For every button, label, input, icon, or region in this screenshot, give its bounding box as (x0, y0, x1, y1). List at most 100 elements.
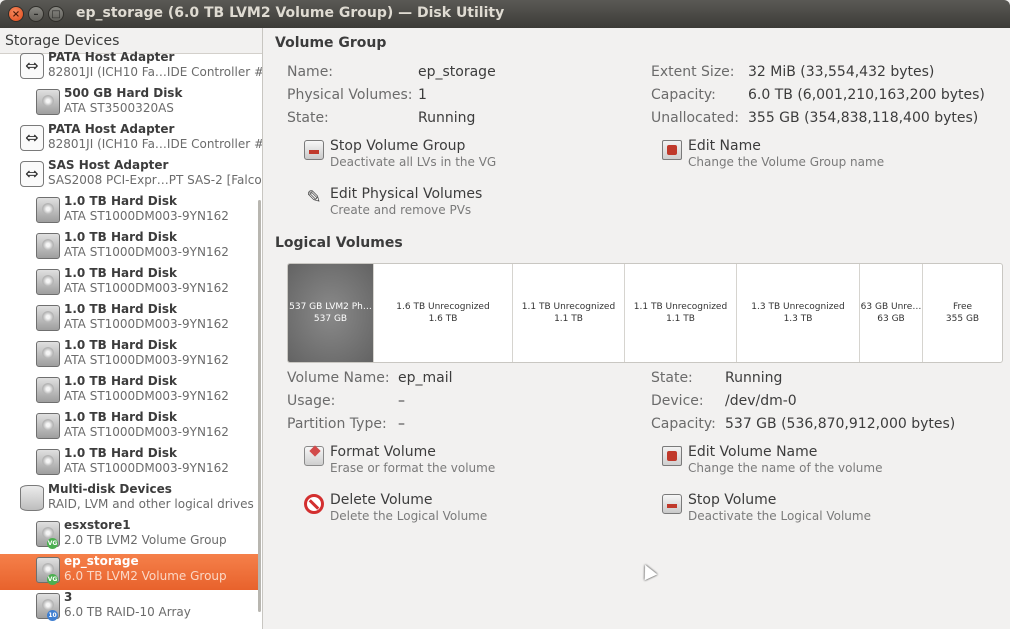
segment-size: 355 GB (945, 314, 980, 324)
device-name: 1.0 TB Hard Disk (64, 410, 177, 424)
hard-disk-icon (36, 449, 60, 475)
edit-name-button[interactable]: Edit Name Change the Volume Group name (662, 138, 922, 174)
device-item-1tb-disk-7[interactable]: 1.0 TB Hard Disk ATA ST1000DM003-9YN162 (0, 410, 258, 446)
device-item-1tb-disk-3[interactable]: 1.0 TB Hard Disk ATA ST1000DM003-9YN162 (0, 266, 258, 302)
device-detail: ATA ST1000DM003-9YN162 (64, 461, 229, 475)
hard-disk-icon (36, 305, 60, 331)
lv-segment[interactable]: 1.3 TB Unrecognized 1.3 TB (737, 264, 860, 362)
device-name: Multi-disk Devices (48, 482, 172, 496)
action-title: Stop Volume (688, 492, 777, 508)
vg-capacity-value: 6.0 TB (6,001,210,163,200 bytes) (748, 87, 985, 103)
format-volume-button[interactable]: Format Volume Erase or format the volume (304, 444, 564, 480)
device-item-1tb-disk-4[interactable]: 1.0 TB Hard Disk ATA ST1000DM003-9YN162 (0, 302, 258, 338)
lv-usage-label: Usage: (287, 393, 336, 409)
lv-device-value: /dev/dm-0 (725, 393, 797, 409)
hard-disk-icon (36, 89, 60, 115)
action-subtitle: Create and remove PVs (330, 203, 472, 217)
delete-volume-button[interactable]: Delete Volume Delete the Logical Volume (304, 492, 564, 528)
lv-partition-type-label: Partition Type: (287, 416, 387, 432)
vg-state-label: State: (287, 110, 329, 126)
vg-state-value: Running (418, 110, 476, 126)
minimize-window-button[interactable]: – (28, 6, 44, 22)
device-name: ep_storage (64, 554, 139, 568)
action-title: Edit Volume Name (688, 444, 818, 460)
device-item-raid-3[interactable]: 10 3 6.0 TB RAID-10 Array (0, 590, 258, 626)
device-detail: ATA ST3500320AS (64, 101, 174, 115)
edit-volume-name-button[interactable]: Edit Volume Name Change the name of the … (662, 444, 922, 480)
segment-size: 537 GB (313, 314, 348, 324)
segment-size: 1.1 TB (554, 314, 583, 324)
segment-name: 537 GB LVM2 Ph… (289, 302, 372, 312)
device-item-1tb-disk-5[interactable]: 1.0 TB Hard Disk ATA ST1000DM003-9YN162 (0, 338, 258, 374)
vg-pv-value: 1 (418, 87, 427, 103)
action-title: Edit Name (688, 138, 761, 154)
device-item-pata-adapter-2[interactable]: ⇔ PATA Host Adapter 82801JI (ICH10 Fa…ID… (0, 122, 262, 158)
segment-text: Free 355 GB (923, 301, 1002, 325)
device-detail: ATA ST1000DM003-9YN162 (64, 317, 229, 331)
device-item-1tb-disk-2[interactable]: 1.0 TB Hard Disk ATA ST1000DM003-9YN162 (0, 230, 258, 266)
stop-volume-button[interactable]: Stop Volume Deactivate the Logical Volum… (662, 492, 922, 528)
lv-segment[interactable]: 63 GB Unre… 63 GB (860, 264, 923, 362)
device-item-sas-adapter[interactable]: ⇔ SAS Host Adapter SAS2008 PCI-Expr…PT S… (0, 158, 262, 194)
segment-name: 63 GB Unre… (860, 302, 922, 312)
device-item-ep-storage[interactable]: VG ep_storage 6.0 TB LVM2 Volume Group (0, 554, 258, 590)
device-item-500gb-disk[interactable]: 500 GB Hard Disk ATA ST3500320AS (0, 86, 258, 122)
device-detail: ATA ST1000DM003-9YN162 (64, 353, 229, 367)
device-detail: ATA ST1000DM003-9YN162 (64, 389, 229, 403)
lv-state-value: Running (725, 370, 783, 386)
device-item-1tb-disk-1[interactable]: 1.0 TB Hard Disk ATA ST1000DM003-9YN162 (0, 194, 258, 230)
segment-text: 1.1 TB Unrecognized 1.1 TB (625, 301, 736, 325)
device-detail: 6.0 TB RAID-10 Array (64, 605, 191, 619)
stop-volume-group-button[interactable]: Stop Volume Group Deactivate all LVs in … (304, 138, 564, 174)
device-detail: 6.0 TB LVM2 Volume Group (64, 569, 227, 583)
device-name: PATA Host Adapter (48, 122, 175, 136)
disk-utility-window: × – □ ep_storage (6.0 TB LVM2 Volume Gro… (0, 0, 1010, 629)
vg-pv-label: Physical Volumes: (287, 87, 413, 103)
action-subtitle: Deactivate all LVs in the VG (330, 155, 497, 169)
maximize-window-button[interactable]: □ (48, 6, 64, 22)
device-name: 1.0 TB Hard Disk (64, 338, 177, 352)
vg-unallocated-label: Unallocated: (651, 110, 740, 126)
edit-physical-volumes-button[interactable]: ✎ Edit Physical Volumes Create and remov… (304, 186, 564, 222)
action-subtitle: Delete the Logical Volume (330, 509, 488, 523)
logical-volume-bar: 537 GB LVM2 Ph… 537 GB 1.6 TB Unrecognize… (287, 263, 1003, 363)
lv-usage-value: – (398, 393, 405, 409)
action-subtitle: Erase or format the volume (330, 461, 496, 475)
lv-segment-free[interactable]: Free 355 GB (923, 264, 1002, 362)
device-name: 1.0 TB Hard Disk (64, 230, 177, 244)
device-item-multi-disk[interactable]: Multi-disk Devices RAID, LVM and other l… (0, 482, 258, 518)
stop-volume-icon (662, 494, 682, 514)
hard-disk-icon (36, 197, 60, 223)
lv-name-label: Volume Name: (287, 370, 390, 386)
sidebar-scrollbar[interactable] (258, 200, 261, 612)
close-window-button[interactable]: × (8, 6, 24, 22)
adapter-icon: ⇔ (20, 53, 44, 79)
lv-segment[interactable]: 1.1 TB Unrecognized 1.1 TB (625, 264, 737, 362)
device-item-pata-adapter-1[interactable]: ⇔ PATA Host Adapter 82801JI (ICH10 Fa…ID… (0, 50, 262, 86)
format-icon (304, 446, 324, 466)
lv-segment-selected[interactable]: 537 GB LVM2 Ph… 537 GB (288, 264, 374, 362)
device-detail: 2.0 TB LVM2 Volume Group (64, 533, 227, 547)
action-title: Format Volume (330, 444, 436, 460)
delete-icon (304, 494, 324, 514)
lv-segment[interactable]: 1.1 TB Unrecognized 1.1 TB (513, 264, 625, 362)
device-item-1tb-disk-6[interactable]: 1.0 TB Hard Disk ATA ST1000DM003-9YN162 (0, 374, 258, 410)
device-item-1tb-disk-8[interactable]: 1.0 TB Hard Disk ATA ST1000DM003-9YN162 (0, 446, 258, 482)
hard-disk-icon (36, 377, 60, 403)
segment-text: 1.3 TB Unrecognized 1.3 TB (737, 301, 859, 325)
segment-name: 1.3 TB Unrecognized (751, 302, 845, 312)
device-detail: 82801JI (ICH10 Fa…IDE Controller #2 (48, 137, 263, 151)
device-name: 1.0 TB Hard Disk (64, 374, 177, 388)
lv-capacity-label: Capacity: (651, 416, 716, 432)
device-item-esxstore1[interactable]: VG esxstore1 2.0 TB LVM2 Volume Group (0, 518, 258, 554)
vg-extent-value: 32 MiB (33,554,432 bytes) (748, 64, 935, 80)
title-bar[interactable]: × – □ ep_storage (6.0 TB LVM2 Volume Gro… (0, 0, 1010, 28)
lv-segment[interactable]: 1.6 TB Unrecognized 1.6 TB (374, 264, 513, 362)
device-name: 1.0 TB Hard Disk (64, 302, 177, 316)
device-name: PATA Host Adapter (48, 50, 175, 64)
action-title: Edit Physical Volumes (330, 186, 483, 202)
device-detail: 82801JI (ICH10 Fa…IDE Controller #1 (48, 65, 263, 79)
vg-capacity-label: Capacity: (651, 87, 716, 103)
logical-volumes-heading: Logical Volumes (275, 235, 403, 251)
action-title: Delete Volume (330, 492, 433, 508)
